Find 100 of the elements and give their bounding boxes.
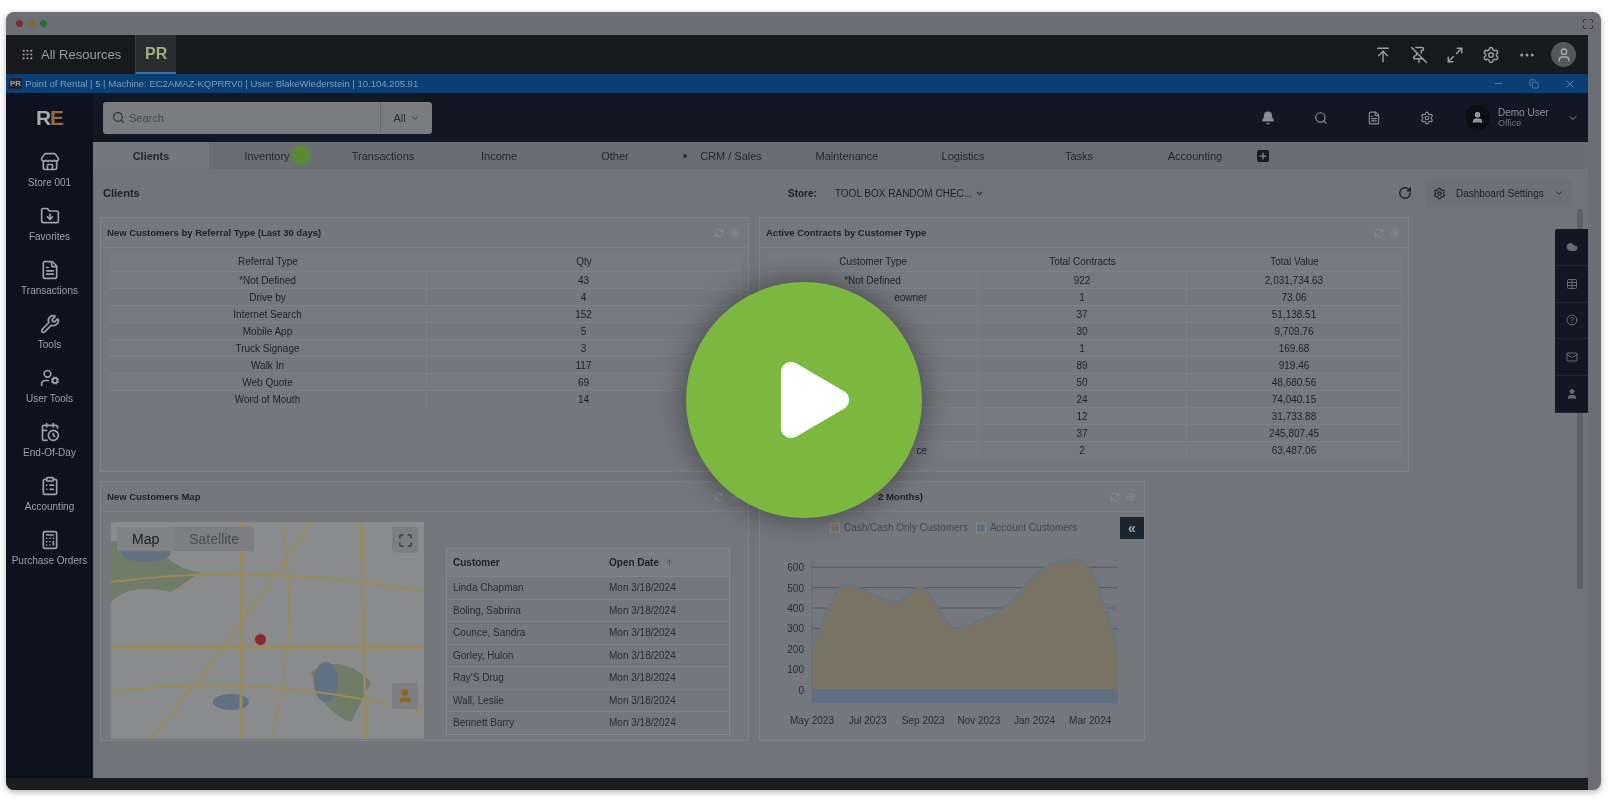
card-title: New Customers Map: [107, 491, 202, 502]
table-cell: 30: [978, 322, 1187, 339]
axis-label: Nov 2023: [957, 715, 1001, 726]
session-info: Point of Rental | 5 | Machine: EC2AMAZ-KQPRRV0 | User: BlakeWiederstein | 10.104.205.91: [25, 78, 419, 89]
table-cell: Internet Search: [109, 305, 427, 322]
table-cell: 50: [978, 373, 1187, 390]
table-cell: 2: [978, 441, 1187, 458]
table-cell-text: Linda Chapman: [452, 582, 525, 594]
axis-label: 300: [787, 623, 804, 635]
tab[interactable]: Inventory: [209, 142, 325, 169]
table-cell: 24: [978, 390, 1187, 407]
table-cell: Mon 3/18/2024: [609, 604, 676, 616]
endofday-icon: [39, 422, 60, 442]
store-dropdown[interactable]: TOOL BOX RANDOM CHEC...: [834, 187, 1395, 199]
map-type-button[interactable]: Map: [117, 527, 175, 551]
column-header[interactable]: Open Date: [609, 557, 674, 568]
search-icon: [112, 111, 125, 124]
user-avatar[interactable]: [1551, 42, 1576, 67]
table-cell: 245,807.45: [1187, 424, 1402, 441]
map-pin-icon: [255, 634, 266, 645]
table-cell-text: Counce, Sandra: [452, 627, 527, 639]
table-cell: Mon 3/18/2024: [609, 582, 676, 594]
sidebar-item[interactable]: Purchase Orders: [11, 554, 88, 567]
table-cell: 63,487.06: [1187, 441, 1402, 458]
tab[interactable]: Income: [441, 142, 557, 169]
tab[interactable]: Logistics: [905, 142, 1021, 169]
fullscreen-icon[interactable]: [1581, 17, 1595, 30]
table-cell: 169.68: [1187, 339, 1402, 356]
table-cell-text: Bennett Barry: [452, 717, 516, 729]
usertools-icon: [39, 368, 60, 388]
table-cell: 37: [978, 424, 1187, 441]
all-resources-link[interactable]: All Resources: [41, 47, 122, 62]
axis-label: 500: [787, 582, 804, 594]
sidebar-item[interactable]: Store 001: [27, 176, 72, 189]
settings-icon: [1432, 186, 1446, 200]
add-tab-button[interactable]: [1257, 149, 1269, 162]
tab[interactable]: Clients: [93, 142, 209, 169]
grid-menu-icon[interactable]: [20, 48, 34, 61]
table-cell: Drive by: [109, 288, 427, 305]
table-cell: Mon 3/18/2024: [609, 627, 676, 639]
axis-label: 200: [787, 643, 804, 655]
fullscreen-icon: [397, 532, 413, 548]
table-cell-text: Gorley, Hulon: [452, 649, 515, 661]
fullscreen-button[interactable]: [392, 527, 418, 553]
table-cell: Word of Mouth: [109, 390, 427, 407]
table-cell: Mon 3/18/2024: [609, 672, 676, 684]
user-avatar[interactable]: [1465, 105, 1490, 130]
tab[interactable]: Accounting: [1137, 142, 1253, 169]
page-title: Clients: [103, 187, 141, 199]
table-cell: Mobile App: [109, 322, 427, 339]
axis-label: Jul 2023: [848, 715, 887, 726]
table-cell: Truck Signage: [109, 339, 427, 356]
table-cell: 1: [978, 288, 1187, 305]
table-cell: Mon 3/18/2024: [609, 717, 676, 729]
table-cell: Walk In: [109, 356, 427, 373]
tab[interactable]: Maintenance: [789, 142, 905, 169]
tab[interactable]: CRM / Sales: [673, 142, 789, 169]
table-cell-text: Wall, Leslie: [452, 694, 505, 706]
tab[interactable]: Other: [557, 142, 673, 169]
sidebar-item[interactable]: Accounting: [24, 500, 75, 513]
axis-label: 100: [787, 664, 804, 676]
user-role: Office: [1498, 118, 1523, 128]
table-cell-text: Boling, Sabrina: [452, 604, 522, 616]
card-title: 2 Months): [877, 491, 924, 502]
table-cell: 89: [978, 356, 1187, 373]
filter-dropdown[interactable]: All: [380, 101, 432, 134]
table-cell: 51,138.51: [1187, 305, 1402, 322]
tab[interactable]: Tasks: [1021, 142, 1137, 169]
axis-label: 600: [787, 562, 804, 574]
table-cell: 2,031,734.63: [1187, 271, 1402, 288]
table-cell-text: Ray'S Drug: [452, 672, 505, 684]
table-cell: 31,733.88: [1187, 407, 1402, 424]
tools-icon: [39, 314, 60, 334]
table-cell: 48,680.56: [1187, 373, 1402, 390]
table-cell: Web Quote: [109, 373, 427, 390]
table-cell: 73.06: [1187, 288, 1402, 305]
dashboard-settings-button[interactable]: Dashboard Settings: [1424, 179, 1572, 207]
tab[interactable]: Transactions: [325, 142, 441, 169]
table-cell: 919.46: [1187, 356, 1402, 373]
table-cell: 12: [978, 407, 1187, 424]
sidebar-item[interactable]: User Tools: [25, 392, 74, 405]
store-icon: [39, 152, 60, 172]
user-name: Demo User: [1498, 107, 1550, 118]
axis-label: May 2023: [790, 715, 834, 726]
table-cell: *Not Defined: [109, 271, 427, 288]
caret-icon: [1553, 188, 1564, 198]
sidebar-item[interactable]: Favorites: [28, 230, 71, 243]
table-cell: 74,040.15: [1187, 390, 1402, 407]
sort-arrow-icon: [665, 558, 674, 567]
sidebar-item[interactable]: Transactions: [21, 284, 78, 297]
sidebar-item[interactable]: Tools: [37, 338, 62, 351]
collapse-button[interactable]: «: [1120, 516, 1144, 539]
table-cell: 922: [978, 271, 1187, 288]
app-tab[interactable]: PR: [135, 35, 177, 74]
column-header: Customer: [452, 557, 501, 568]
close-light-icon[interactable]: [16, 20, 23, 27]
sidebar-item[interactable]: End-Of-Day: [23, 446, 76, 459]
card-title: Active Contracts by Customer Type: [766, 227, 928, 238]
axis-label: Jan 2024: [1013, 715, 1056, 726]
axis-label: Sep 2023: [901, 715, 945, 726]
